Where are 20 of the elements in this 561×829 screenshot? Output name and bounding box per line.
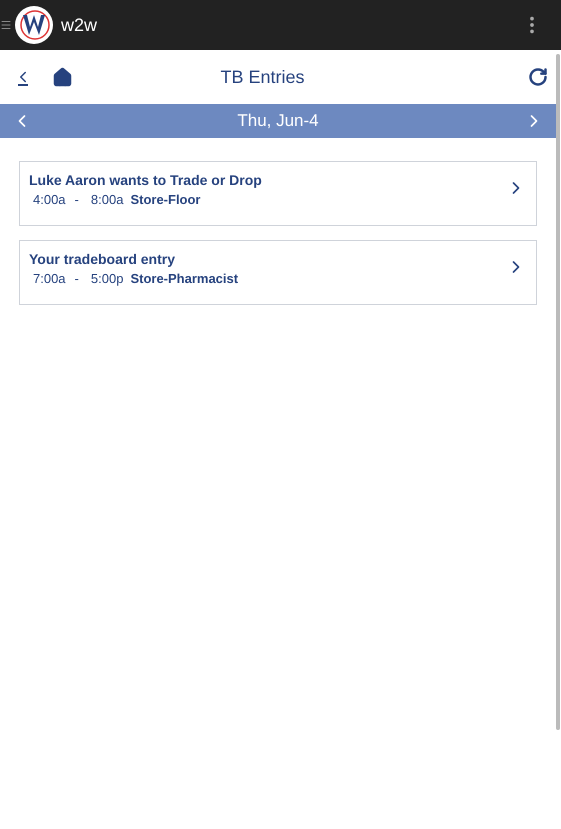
entry-location: Store-Pharmacist xyxy=(130,271,238,286)
time-separator: - xyxy=(74,271,79,286)
start-time: 4:00a xyxy=(33,192,66,207)
refresh-button[interactable] xyxy=(528,67,548,87)
start-time: 7:00a xyxy=(33,271,66,286)
date-label: Thu, Jun-4 xyxy=(237,111,319,131)
entry-card[interactable]: Your tradeboard entry 7:00a - 5:00p Store-Pharmacist xyxy=(19,240,537,305)
app-title: w2w xyxy=(61,14,98,36)
end-time: 8:00a xyxy=(90,192,124,207)
entry-card[interactable]: Luke Aaron wants to Trade or Drop 4:00a - 8:00a Store-Floor xyxy=(19,161,537,226)
end-time: 5:00p xyxy=(90,271,124,286)
entry-title: Luke Aaron wants to Trade or Drop xyxy=(29,172,263,188)
entry-location: Store-Floor xyxy=(130,192,200,207)
time-separator: - xyxy=(74,192,79,207)
menu-icon[interactable] xyxy=(0,19,12,31)
entry-title: Your tradeboard entry xyxy=(29,251,176,267)
scrollbar[interactable] xyxy=(556,54,560,730)
logo-icon xyxy=(14,5,54,45)
home-button[interactable] xyxy=(52,66,73,88)
page-title: TB Entries xyxy=(219,66,306,88)
